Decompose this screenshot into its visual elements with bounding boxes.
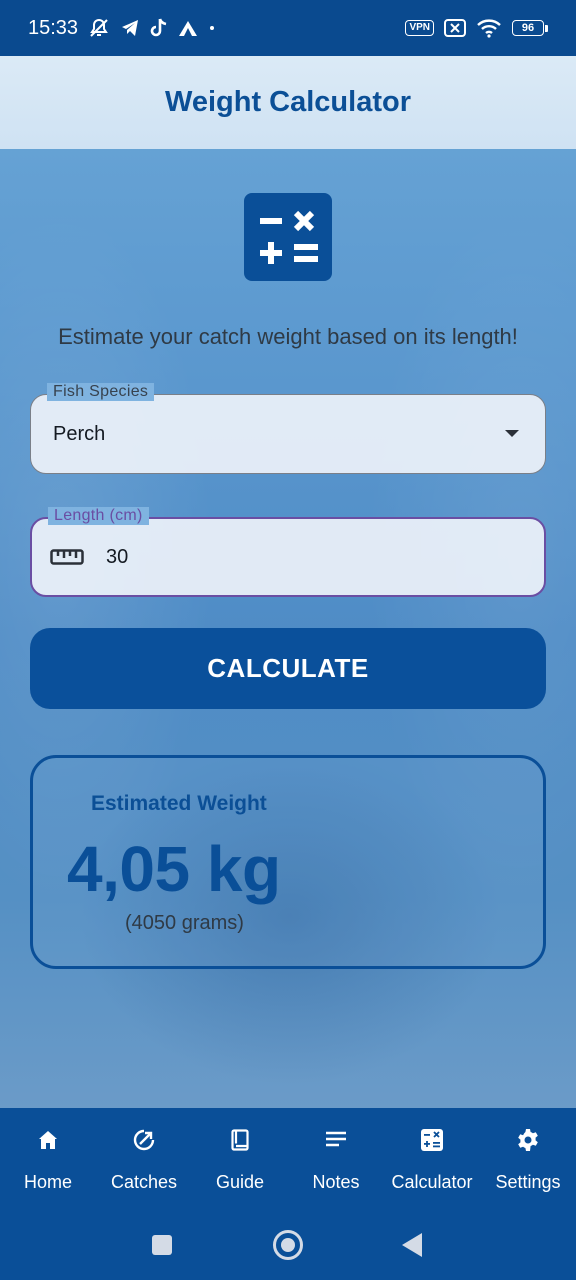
nav-item-calculator[interactable]: Calculator: [384, 1108, 480, 1214]
nav-item-guide[interactable]: Guide: [192, 1108, 288, 1214]
calculator-icon: [244, 193, 332, 281]
dropdown-arrow-icon[interactable]: [505, 430, 519, 437]
mute-icon: [88, 17, 110, 39]
length-value: 30: [106, 546, 129, 568]
length-input[interactable]: Length (cm) 30: [30, 507, 546, 597]
battery-level: 96: [512, 20, 544, 36]
wifi-icon: [476, 18, 502, 38]
book-icon: [228, 1128, 252, 1152]
calculator-icon: [420, 1128, 444, 1152]
notes-icon: [324, 1128, 348, 1152]
nav-label-catches: Catches: [110, 1172, 178, 1192]
tiktok-icon: [150, 18, 168, 38]
back-button[interactable]: [402, 1233, 422, 1257]
battery-icon: 96: [512, 20, 548, 36]
tagline: Estimate your catch weight based on its …: [58, 324, 518, 349]
home-icon: [36, 1128, 60, 1152]
catches-icon: [132, 1128, 156, 1152]
status-bar: 15:33 VPN 96: [0, 0, 576, 56]
app-bar: Weight Calculator: [0, 56, 576, 149]
nav-label-calculator: Calculator: [391, 1172, 473, 1192]
no-sim-icon: [444, 19, 466, 37]
nav-label-home: Home: [23, 1172, 72, 1192]
calculate-button[interactable]: CALCULATE: [30, 628, 546, 709]
estimated-weight-grams: (4050 grams): [125, 912, 244, 934]
fish-species-value: Perch: [53, 423, 106, 445]
nav-item-notes[interactable]: Notes: [288, 1108, 384, 1214]
status-time: 15:33: [28, 16, 79, 39]
page-title: Weight Calculator: [165, 86, 411, 118]
app-icon: [178, 19, 198, 37]
gear-icon: [516, 1128, 540, 1152]
fish-species-label: Fish Species: [47, 383, 155, 401]
nav-label-guide: Guide: [215, 1172, 265, 1192]
main-content: Weight Calculator Estimate your catch we…: [0, 56, 576, 1108]
nav-label-notes: Notes: [312, 1172, 360, 1192]
result-title: Estimated Weight: [91, 792, 267, 815]
recents-button[interactable]: [152, 1235, 172, 1255]
telegram-icon: [120, 18, 140, 38]
nav-item-home[interactable]: Home: [0, 1108, 96, 1214]
result-card: Estimated Weight 4,05 kg (4050 grams): [30, 755, 546, 969]
system-nav-bar: [0, 1214, 576, 1280]
bottom-nav: Home Catches Guide Notes Calculator Sett…: [0, 1108, 576, 1214]
dot-icon: [208, 24, 216, 32]
nav-item-catches[interactable]: Catches: [96, 1108, 192, 1214]
fish-species-dropdown[interactable]: Fish Species Perch: [30, 383, 546, 474]
length-label: Length (cm): [48, 507, 149, 525]
home-button[interactable]: [273, 1230, 303, 1260]
nav-item-settings[interactable]: Settings: [480, 1108, 576, 1214]
ruler-icon: [50, 548, 84, 571]
nav-label-settings: Settings: [495, 1172, 561, 1192]
vpn-icon: VPN: [405, 20, 434, 36]
estimated-weight-value: 4,05 kg: [67, 833, 281, 905]
